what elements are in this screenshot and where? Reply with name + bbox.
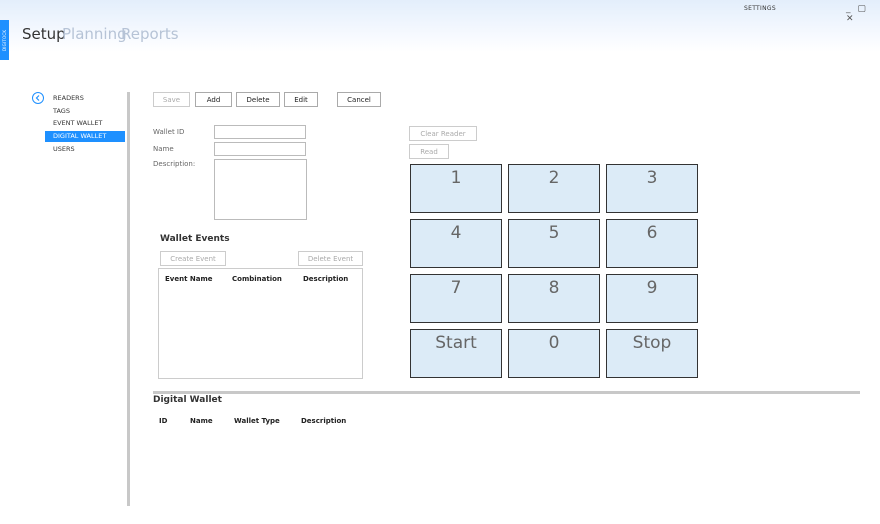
keypad-key-1[interactable]: 1 [410,164,502,213]
tab-planning[interactable]: Planning [62,25,127,43]
save-button[interactable]: Save [153,92,190,107]
cancel-button[interactable]: Cancel [337,92,381,107]
column-header-description[interactable]: Description [303,275,348,283]
name-label: Name [153,145,174,153]
back-icon[interactable] [32,92,44,104]
delete-event-button[interactable]: Delete Event [298,251,363,266]
chevron-left-icon [35,95,40,101]
add-button[interactable]: Add [195,92,232,107]
keypad-key-8[interactable]: 8 [508,274,600,323]
sidebar-divider [127,92,130,506]
column-header-id[interactable]: ID [159,417,167,425]
name-input[interactable] [214,142,306,156]
read-button[interactable]: Read [409,144,449,159]
keypad-key-3[interactable]: 3 [606,164,698,213]
tab-setup[interactable]: Setup [22,25,66,43]
column-header-combination[interactable]: Combination [232,275,282,283]
wallet-events-table[interactable] [158,268,363,379]
column-header-event-name[interactable]: Event Name [165,275,212,283]
description-textarea[interactable] [214,159,307,220]
keypad-key-6[interactable]: 6 [606,219,698,268]
create-event-button[interactable]: Create Event [160,251,226,266]
window-title: SETTINGS [744,5,776,12]
window-controls[interactable]: _ ▢ ✕ [846,4,880,24]
delete-button[interactable]: Delete [236,92,280,107]
keypad-key-0[interactable]: 0 [508,329,600,378]
digital-wallet-title: Digital Wallet [153,395,222,405]
sidebar-item-users[interactable]: USERS [45,144,125,155]
column-header-name[interactable]: Name [190,417,213,425]
sidebar-item-event-wallet[interactable]: EVENT WALLET [45,118,125,129]
keypad-key-4[interactable]: 4 [410,219,502,268]
tab-reports[interactable]: Reports [121,25,179,43]
brand-strip: DIGITOCK [0,20,9,60]
column-header-wallet-type[interactable]: Wallet Type [234,417,280,425]
edit-button[interactable]: Edit [284,92,318,107]
sidebar-item-tags[interactable]: TAGS [45,106,125,117]
description-label: Description: [153,160,196,168]
wallet-events-title: Wallet Events [160,234,230,244]
wallet-id-input[interactable] [214,125,306,139]
section-divider [153,391,860,394]
sidebar-item-readers[interactable]: READERS [45,93,125,104]
column-header-wallet-description[interactable]: Description [301,417,346,425]
keypad-key-stop[interactable]: Stop [606,329,698,378]
keypad-key-start[interactable]: Start [410,329,502,378]
keypad-key-5[interactable]: 5 [508,219,600,268]
wallet-id-label: Wallet ID [153,128,185,136]
clear-reader-button[interactable]: Clear Reader [409,126,477,141]
keypad-key-2[interactable]: 2 [508,164,600,213]
keypad-key-7[interactable]: 7 [410,274,502,323]
sidebar-item-digital-wallet[interactable]: DIGITAL WALLET [45,131,125,142]
keypad-key-9[interactable]: 9 [606,274,698,323]
